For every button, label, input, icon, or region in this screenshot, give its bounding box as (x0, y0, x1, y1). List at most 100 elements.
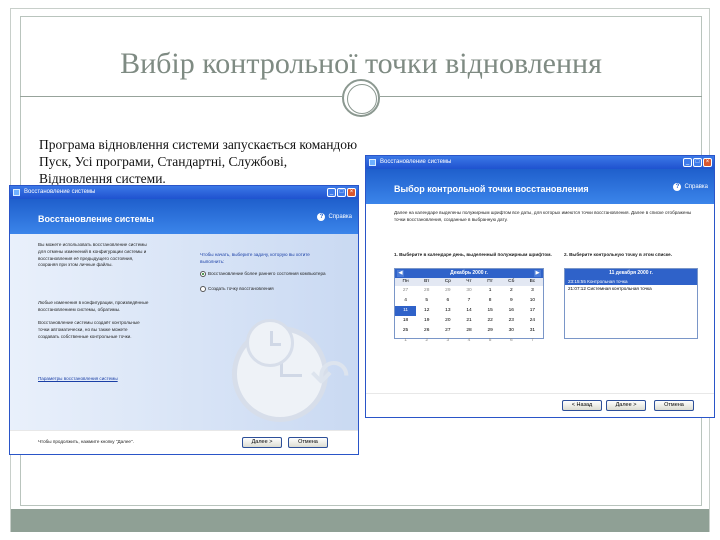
calendar-day[interactable]: 19 (416, 316, 437, 326)
restore-app-icon (13, 189, 20, 196)
cancel-button[interactable]: Отмена (288, 437, 328, 448)
close-button[interactable]: × (703, 158, 712, 167)
restore-welcome-window: Восстановление системы _ □ × Восстановле… (9, 185, 359, 455)
back-button[interactable]: < Назад (562, 400, 602, 411)
slide-bottom-band (11, 509, 709, 532)
option-create-point[interactable]: Создать точку восстановления (200, 286, 340, 293)
calendar-day[interactable]: 3 (437, 336, 458, 346)
calendar-intro-text: Далее на календаре выделены полужирным ш… (394, 210, 692, 222)
calendar-header: ◀ Декабрь 2000 г. ▶ (395, 269, 543, 278)
calendar-weekday: Сб (500, 278, 522, 286)
calendar-day[interactable]: 1 (480, 286, 501, 296)
next-month-button[interactable]: ▶ (534, 270, 541, 277)
calendar-day[interactable]: 7 (458, 296, 479, 306)
calendar-day[interactable]: 4 (395, 296, 416, 306)
help-link[interactable]: ? Справка (673, 183, 708, 191)
wizard-footer: Чтобы продолжить, нажмите кнопку "Далее"… (10, 430, 358, 454)
next-button[interactable]: Далее > (606, 400, 646, 411)
calendar-day[interactable]: 31 (522, 326, 543, 336)
prev-month-button[interactable]: ◀ (397, 270, 404, 277)
wizard-body: Далее на календаре выделены полужирным ш… (366, 204, 714, 417)
wizard-header: Выбор контрольной точки восстановления ?… (366, 169, 714, 204)
calendar-weekday: Пт (479, 278, 501, 286)
calendar-day[interactable]: 3 (522, 286, 543, 296)
step1-label: 1. Выберите в календаре день, выделенный… (394, 252, 552, 257)
minimize-button[interactable]: _ (683, 158, 692, 167)
restore-calendar[interactable]: ◀ Декабрь 2000 г. ▶ Пн Вт Ср Чт Пт Сб Вс 27 28 29… (394, 268, 544, 343)
calendar-weekday: Вс (521, 278, 543, 286)
calendar-weekday: Пн (395, 278, 417, 286)
radio-restore-earlier[interactable] (200, 271, 206, 277)
maximize-button[interactable]: □ (337, 188, 346, 197)
restore-point-list[interactable]: 11 декабря 2000 г. 23:15:55 Контрольная … (564, 268, 698, 339)
cancel-button[interactable]: Отмена (654, 400, 694, 411)
calendar-weekday: Вт (416, 278, 438, 286)
calendar-day[interactable]: 2 (501, 286, 522, 296)
arrow-watermark-icon: ↶ (310, 351, 351, 404)
calendar-day[interactable]: 10 (522, 296, 543, 306)
footer-hint: Чтобы продолжить, нажмите кнопку "Далее"… (38, 439, 134, 444)
calendar-day[interactable]: 22 (480, 316, 501, 326)
calendar-day[interactable]: 23 (501, 316, 522, 326)
calendar-day[interactable]: 12 (416, 306, 437, 316)
calendar-day[interactable]: 17 (522, 306, 543, 316)
step2-label: 2. Выберите контрольную точку в этом спи… (564, 252, 672, 257)
wizard-header-title: Выбор контрольной точки восстановления (394, 184, 589, 194)
calendar-day[interactable]: 2 (416, 336, 437, 346)
window-titlebar[interactable]: Восстановление системы _ □ × (366, 156, 714, 169)
calendar-day[interactable]: 5 (480, 336, 501, 346)
calendar-day[interactable]: 11 (395, 306, 417, 316)
intro-text: Вы можете использовать восстановление си… (38, 242, 147, 268)
title-ornament-icon (342, 79, 380, 117)
calendar-day[interactable]: 30 (501, 326, 522, 336)
calendar-day[interactable]: 9 (501, 296, 522, 306)
clock-watermark-small-icon (246, 319, 294, 367)
restore-point-item[interactable]: 21:07:12 Системная контрольная точка (565, 285, 697, 292)
calendar-day[interactable]: 28 (416, 286, 437, 296)
restore-point-item[interactable]: 23:15:55 Контрольная точка (565, 278, 697, 285)
calendar-grid: Пн Вт Ср Чт Пт Сб Вс 27 28 29 30 1 2 3 4 5 6 7 8 9 10 11 12 13 1… (395, 278, 543, 346)
calendar-day[interactable]: 25 (395, 326, 416, 336)
calendar-day[interactable]: 16 (501, 306, 522, 316)
window-titlebar[interactable]: Восстановление системы _ □ × (10, 186, 358, 199)
calendar-day[interactable]: 18 (395, 316, 416, 326)
restore-points-text: Восстановление системы создаёт контрольн… (38, 320, 140, 339)
calendar-day[interactable]: 13 (437, 306, 458, 316)
calendar-day[interactable]: 5 (416, 296, 437, 306)
close-button[interactable]: × (347, 188, 356, 197)
calendar-day[interactable]: 8 (480, 296, 501, 306)
radio-create-point[interactable] (200, 286, 206, 292)
calendar-day[interactable]: 21 (458, 316, 479, 326)
help-link[interactable]: ? Справка (317, 213, 352, 221)
calendar-day[interactable]: 1 (395, 336, 416, 346)
calendar-day[interactable]: 4 (458, 336, 479, 346)
calendar-day[interactable]: 30 (458, 286, 479, 296)
maximize-button[interactable]: □ (693, 158, 702, 167)
calendar-day[interactable]: 26 (416, 326, 437, 336)
restore-app-icon (369, 159, 376, 166)
calendar-day[interactable]: 14 (458, 306, 479, 316)
calendar-day[interactable]: 28 (458, 326, 479, 336)
restore-settings-link[interactable]: Параметры восстановления системы (38, 376, 118, 383)
slide-body-text: Програма відновлення системи запускаєтьс… (39, 137, 358, 186)
calendar-day[interactable]: 29 (480, 326, 501, 336)
calendar-day[interactable]: 27 (437, 326, 458, 336)
help-icon: ? (673, 183, 682, 191)
option-restore-earlier[interactable]: Восстановление более раннего состояния к… (200, 271, 340, 278)
next-button[interactable]: Далее > (242, 437, 282, 448)
calendar-day[interactable]: 24 (522, 316, 543, 326)
minimize-button[interactable]: _ (327, 188, 336, 197)
calendar-day[interactable]: 27 (395, 286, 416, 296)
help-label: Справка (328, 214, 352, 220)
title-rule-right (380, 96, 702, 97)
wizard-body: ↶ Вы можете использовать восстановление … (10, 234, 358, 454)
calendar-day[interactable]: 15 (480, 306, 501, 316)
calendar-day[interactable]: 29 (437, 286, 458, 296)
help-icon: ? (317, 213, 326, 221)
calendar-day[interactable]: 6 (437, 296, 458, 306)
calendar-day[interactable]: 7 (522, 336, 543, 346)
calendar-day[interactable]: 20 (437, 316, 458, 326)
calendar-day[interactable]: 6 (501, 336, 522, 346)
list-date-header: 11 декабря 2000 г. (565, 269, 697, 278)
calendar-month: Декабрь 2000 г. (450, 270, 488, 276)
